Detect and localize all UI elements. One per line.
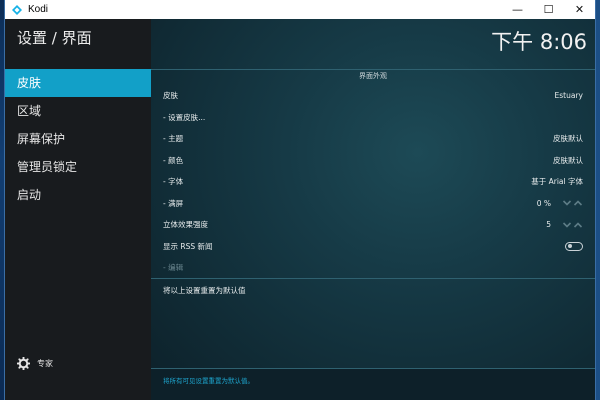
setting-value: 0 % bbox=[536, 198, 551, 208]
setting-value: 皮肤默认 bbox=[553, 134, 583, 144]
setting-label: - 字体 bbox=[163, 177, 184, 187]
setting-label: 皮肤 bbox=[163, 91, 178, 101]
desktop-background-right bbox=[596, 0, 600, 400]
sidebar-item-regional[interactable]: 区域 bbox=[5, 97, 151, 125]
help-text: 将所有可见设置重置为默认值。 bbox=[163, 377, 254, 385]
setting-value-group: 5 bbox=[546, 214, 583, 236]
sidebar-item-screensaver[interactable]: 屏幕保护 bbox=[5, 125, 151, 153]
help-footer: 将所有可见设置重置为默认值。 bbox=[151, 368, 595, 400]
setting-zoom[interactable]: - 满屏 0 % bbox=[151, 193, 595, 215]
setting-value: 基于 Arial 字体 bbox=[531, 177, 583, 187]
spinner bbox=[561, 199, 583, 207]
setting-label: - 主题 bbox=[163, 134, 184, 144]
setting-value: 皮肤默认 bbox=[553, 155, 583, 165]
chevron-down-icon[interactable] bbox=[562, 221, 572, 229]
setting-label: - 颜色 bbox=[163, 155, 184, 165]
setting-value: Estuary bbox=[554, 91, 583, 101]
setting-theme[interactable]: - 主题 皮肤默认 bbox=[151, 128, 595, 150]
gear-icon bbox=[17, 357, 30, 370]
setting-skin[interactable]: 皮肤 Estuary bbox=[151, 85, 595, 107]
window-controls: — ☐ ✕ bbox=[502, 0, 595, 19]
setting-stereo-strength[interactable]: 立体效果强度 5 bbox=[151, 214, 595, 236]
chevron-up-icon[interactable] bbox=[573, 221, 583, 229]
setting-label: - 编辑 bbox=[163, 263, 184, 273]
maximize-button[interactable]: ☐ bbox=[533, 0, 564, 19]
spinner bbox=[561, 221, 583, 229]
setting-label: 立体效果强度 bbox=[163, 220, 208, 230]
page-title: 设置 / 界面 bbox=[17, 29, 92, 47]
chevron-down-icon[interactable] bbox=[562, 199, 572, 207]
setting-colors[interactable]: - 颜色 皮肤默认 bbox=[151, 150, 595, 172]
setting-configure-skin[interactable]: - 设置皮肤... bbox=[151, 107, 595, 129]
rss-toggle[interactable] bbox=[565, 241, 583, 251]
reset-settings-button[interactable]: 将以上设置重置为默认值 bbox=[163, 285, 246, 296]
setting-label: - 满屏 bbox=[163, 198, 184, 208]
sidebar-menu: 皮肤 区域 屏幕保护 管理员锁定 启动 bbox=[5, 69, 151, 209]
setting-show-rss[interactable]: 显示 RSS 新闻 bbox=[151, 236, 595, 258]
clock: 下午 8:06 bbox=[491, 30, 587, 54]
divider bbox=[151, 278, 595, 279]
sidebar: 设置 / 界面 皮肤 区域 屏幕保护 管理员锁定 启动 专家 bbox=[5, 19, 151, 400]
kodi-window: Kodi — ☐ ✕ 设置 / 界面 皮肤 区域 屏幕保护 管理员锁定 启动 专… bbox=[4, 0, 596, 400]
sidebar-item-startup[interactable]: 启动 bbox=[5, 181, 151, 209]
title-bar: Kodi — ☐ ✕ bbox=[5, 0, 595, 19]
settings-level-label: 专家 bbox=[37, 359, 53, 368]
close-button[interactable]: ✕ bbox=[564, 0, 595, 19]
setting-edit-rss: - 编辑 bbox=[151, 257, 595, 279]
section-header: 界面外观 bbox=[151, 69, 595, 83]
settings-list: 皮肤 Estuary - 设置皮肤... - 主题 皮肤默认 - 颜色 皮肤默认… bbox=[151, 85, 595, 279]
window-title: Kodi bbox=[28, 4, 49, 15]
setting-label: 显示 RSS 新闻 bbox=[163, 241, 213, 251]
settings-level-button[interactable]: 专家 bbox=[17, 357, 53, 370]
setting-value: 5 bbox=[546, 220, 551, 230]
kodi-logo-icon bbox=[12, 4, 22, 15]
main-panel: 下午 8:06 界面外观 皮肤 Estuary - 设置皮肤... - 主题 皮… bbox=[151, 19, 595, 400]
setting-font[interactable]: - 字体 基于 Arial 字体 bbox=[151, 171, 595, 193]
setting-value-group: 0 % bbox=[537, 193, 583, 215]
setting-label: - 设置皮肤... bbox=[163, 112, 206, 122]
chevron-up-icon[interactable] bbox=[573, 199, 583, 207]
sidebar-item-skin[interactable]: 皮肤 bbox=[5, 69, 151, 97]
minimize-button[interactable]: — bbox=[502, 0, 533, 19]
sidebar-item-master-lock[interactable]: 管理员锁定 bbox=[5, 153, 151, 181]
setting-value-group bbox=[561, 236, 583, 258]
